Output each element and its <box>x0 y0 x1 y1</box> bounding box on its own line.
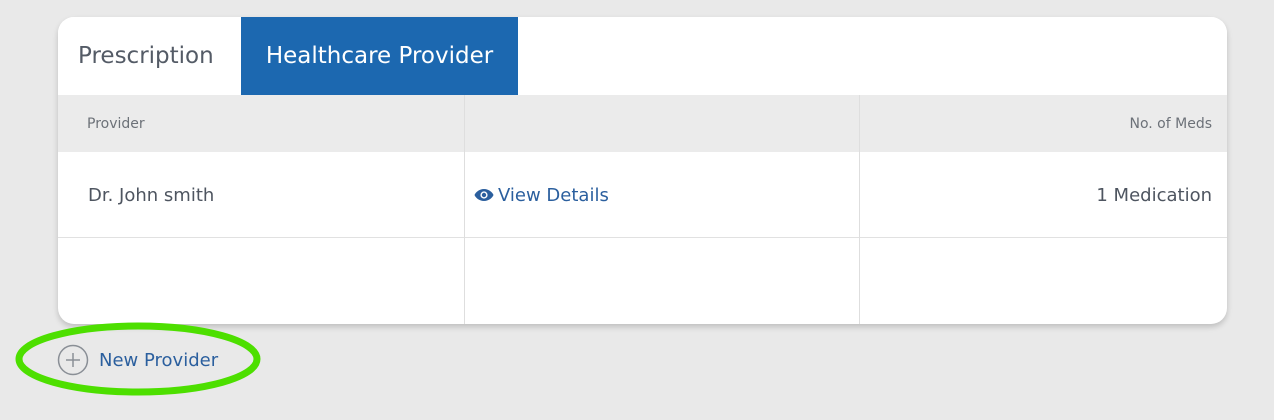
eye-icon <box>474 189 494 201</box>
column-header-provider: Provider <box>87 115 145 132</box>
provider-name: Dr. John smith <box>88 184 215 206</box>
column-header-meds: No. of Meds <box>1129 115 1212 132</box>
new-provider-label: New Provider <box>99 349 219 371</box>
new-provider-button[interactable]: New Provider <box>57 344 218 376</box>
column-divider <box>464 95 465 324</box>
column-divider <box>859 95 860 324</box>
column-header-action <box>464 95 859 152</box>
table-row: Dr. John smith View Details 1 Medication <box>58 152 1227 238</box>
table-header: Provider No. of Meds <box>58 95 1227 152</box>
provider-card: Prescription Healthcare Provider Provide… <box>58 17 1227 324</box>
plus-circle-icon <box>57 344 89 376</box>
tab-prescription[interactable]: Prescription <box>58 17 241 95</box>
view-details-label: View Details <box>498 184 609 206</box>
tab-bar: Prescription Healthcare Provider <box>58 17 1227 95</box>
medication-count: 1 Medication <box>1096 184 1212 206</box>
table-row-empty <box>58 238 1227 324</box>
view-details-link[interactable]: View Details <box>464 152 859 238</box>
tab-healthcare-provider[interactable]: Healthcare Provider <box>241 17 518 95</box>
